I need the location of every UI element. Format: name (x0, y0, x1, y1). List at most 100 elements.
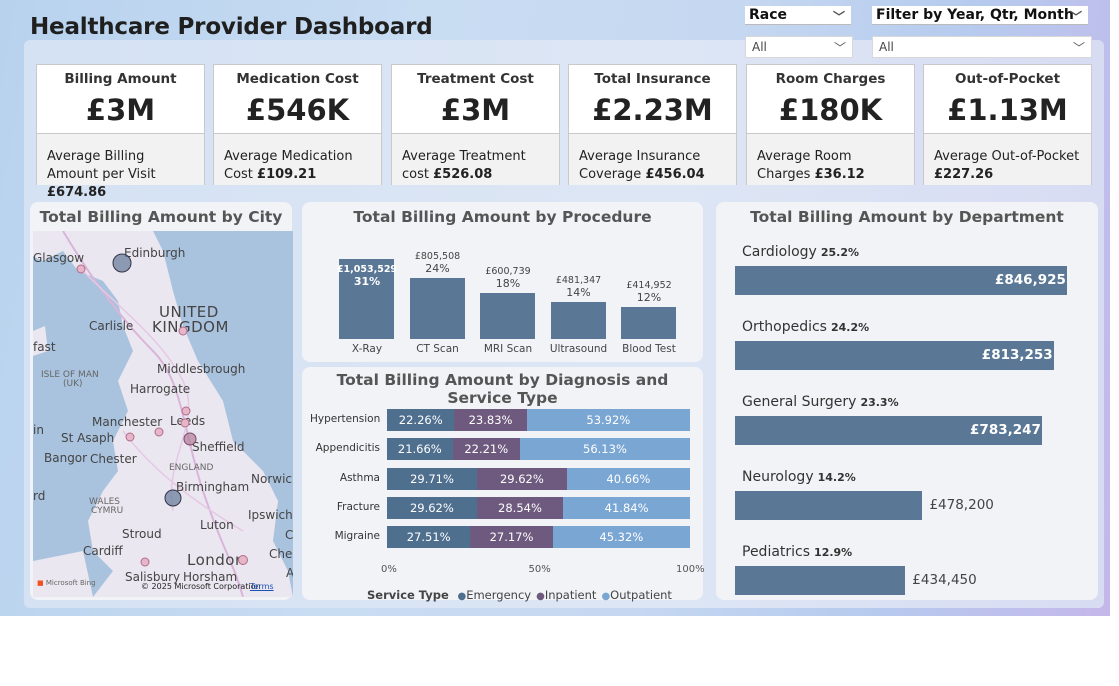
department-category-label: Pediatrics 12.9% (742, 544, 852, 560)
diagnosis-category-label: Asthma (339, 471, 380, 484)
kpi-value: £1.13M (947, 93, 1068, 127)
chevron-down-icon[interactable]: ﹀ (833, 8, 845, 25)
x-axis-tick-label: 100% (676, 564, 705, 575)
department-value-label: £783,247 (970, 422, 1041, 438)
department-category-label: Neurology 14.2% (742, 469, 856, 485)
period-slicer[interactable]: All ﹀ (872, 36, 1092, 58)
kpi-value: £3M (440, 93, 511, 127)
procedure-percent-label: 31% (353, 275, 381, 288)
diagnosis-segment-emergency[interactable]: 29.71% (387, 467, 478, 490)
diagnosis-segment-outpatient[interactable]: 45.32% (552, 526, 690, 549)
diagnosis-segment-emergency[interactable]: 22.26% (387, 409, 455, 431)
procedure-category-label: CT Scan (416, 343, 459, 355)
procedure-bar[interactable] (621, 307, 676, 339)
department-percent: 14.2% (817, 471, 856, 484)
diagnosis-segment-outpatient[interactable]: 56.13% (519, 438, 690, 461)
department-category-label: General Surgery 23.3% (742, 394, 899, 410)
legend-dot-icon: ● (457, 591, 467, 602)
legend-title: Service Type (367, 588, 449, 602)
procedure-category-label: Ultrasound (549, 343, 608, 355)
page-title: Healthcare Provider Dashboard (30, 14, 433, 40)
chevron-down-icon[interactable]: ﹀ (1073, 39, 1085, 56)
department-bar[interactable] (735, 491, 923, 520)
department-chart: Cardiology 25.2% £846,925 Orthopedics 24.2% £… (716, 202, 1098, 600)
legend-item-inpatient[interactable]: ●Inpatient (536, 588, 596, 602)
diagnosis-segment-outpatient[interactable]: 41.84% (563, 496, 690, 519)
diagnosis-chart-panel: Total Billing Amount by Diagnosis and Se… (302, 367, 705, 602)
diagnosis-segment-emergency[interactable]: 27.51% (387, 526, 471, 549)
procedure-percent-label: 14% (566, 286, 591, 300)
map-copyright: © 2025 Microsoft Corporation (141, 582, 261, 591)
department-value-label: £813,253 (981, 347, 1053, 363)
kpi-subtext: Average Billing Amount per Visit £674.86 (37, 133, 204, 200)
legend-dot-icon: ● (536, 591, 545, 602)
legend-item-emergency[interactable]: ●Emergency (457, 588, 531, 602)
department-category-label: Cardiology 25.2% (742, 244, 859, 260)
department-category-label: Orthopedics 24.2% (742, 319, 869, 335)
kpi-label: Billing Amount (64, 71, 177, 87)
kpi-subtext: Average Out-of-Pocket £227.26 (924, 133, 1091, 185)
kpi-value: £546K (245, 93, 350, 127)
department-name: General Surgery (742, 394, 857, 410)
kpi-value: £2.23M (592, 93, 713, 127)
department-value-label: £434,450 (912, 572, 977, 588)
kpi-card-medication: Medication Cost £546K Average Medication… (213, 64, 382, 185)
kpi-value: £180K (778, 93, 883, 127)
race-slicer-label: Race ﹀ (745, 6, 851, 25)
diagnosis-segment-outpatient[interactable]: 40.66% (566, 467, 690, 490)
diagnosis-segment-inpatient[interactable]: 29.62% (477, 467, 567, 490)
kpi-card-insurance: Total Insurance £2.23M Average Insurance… (568, 64, 737, 185)
city-map-title: Total Billing Amount by City (39, 208, 283, 226)
city-bubble (178, 326, 188, 336)
diagnosis-segment-outpatient[interactable]: 53.92% (526, 409, 691, 431)
kpi-subtext: Average Treatment cost £526.08 (392, 133, 559, 185)
kpi-label: Out-of-Pocket (954, 71, 1061, 87)
city-map[interactable]: Glasgow Edinburgh UNITED KINGDOM Carlisl… (33, 231, 293, 597)
procedure-bar[interactable] (480, 293, 535, 339)
department-percent: 25.2% (820, 246, 860, 259)
kpi-label: Total Insurance (594, 71, 711, 87)
legend-label: Outpatient (610, 588, 672, 602)
legend-item-outpatient[interactable]: ●Outpatient (601, 588, 672, 602)
procedure-category-label: MRI Scan (483, 343, 533, 355)
city-bubble (154, 427, 164, 437)
kpi-label: Medication Cost (236, 71, 359, 87)
procedure-percent-label: 12% (636, 291, 662, 305)
diagnosis-segment-inpatient[interactable]: 23.83% (454, 409, 527, 431)
kpi-card-billing: Billing Amount £3M Average Billing Amoun… (36, 64, 205, 200)
department-name: Orthopedics (742, 319, 827, 335)
diagnosis-segment-emergency[interactable]: 29.62% (387, 496, 477, 519)
diagnosis-legend: Service Type ●Emergency ●Inpatient ●Outpat… (367, 588, 672, 602)
city-bubble (180, 418, 190, 428)
department-bar[interactable] (735, 566, 906, 595)
diagnosis-segment-inpatient[interactable]: 22.21% (452, 438, 520, 461)
bing-attribution: ■ Microsoft Bing (37, 579, 96, 587)
dashboard: Healthcare Provider Dashboard Race ﹀ All ﹀… (0, 0, 1110, 616)
diagnosis-category-label: Hypertension (310, 413, 381, 425)
kpi-label: Treatment Cost (417, 71, 534, 87)
kpi-value: £3M (85, 93, 156, 127)
department-name: Cardiology (742, 244, 817, 260)
race-slicer[interactable]: All ﹀ (745, 36, 853, 58)
kpi-card-room: Room Charges £180K Average Room Charges … (746, 64, 915, 185)
city-bubble-glasgow (76, 264, 86, 274)
diagnosis-segment-emergency[interactable]: 21.66% (387, 438, 453, 461)
procedure-bar[interactable] (409, 277, 465, 339)
kpi-card-out-of-pocket: Out-of-Pocket £1.13M Average Out-of-Pock… (923, 64, 1092, 185)
procedure-category-label: Blood Test (622, 343, 676, 355)
chevron-down-icon[interactable]: ﹀ (834, 39, 846, 56)
kpi-subtext: Average Insurance Coverage £456.04 (569, 133, 736, 185)
x-axis-tick-label: 50% (528, 564, 551, 575)
department-chart-panel: Total Billing Amount by Department Cardi… (716, 202, 1098, 600)
city-bubble-birmingham (164, 489, 182, 507)
procedure-chart: £1,053,529 31% X-Ray £805,508 24% CT Scan £600… (302, 202, 703, 362)
city-bubble (125, 432, 135, 442)
procedure-bar[interactable] (550, 302, 606, 339)
map-terms-link[interactable]: Terms (250, 582, 274, 591)
diagnosis-segment-inpatient[interactable]: 27.17% (470, 526, 553, 549)
chevron-down-icon[interactable]: ﹀ (1070, 8, 1082, 25)
city-bubble-edinburgh (112, 253, 132, 273)
department-percent: 24.2% (830, 321, 870, 334)
diagnosis-category-label: Fracture (336, 500, 380, 513)
diagnosis-segment-inpatient[interactable]: 28.54% (476, 496, 564, 519)
